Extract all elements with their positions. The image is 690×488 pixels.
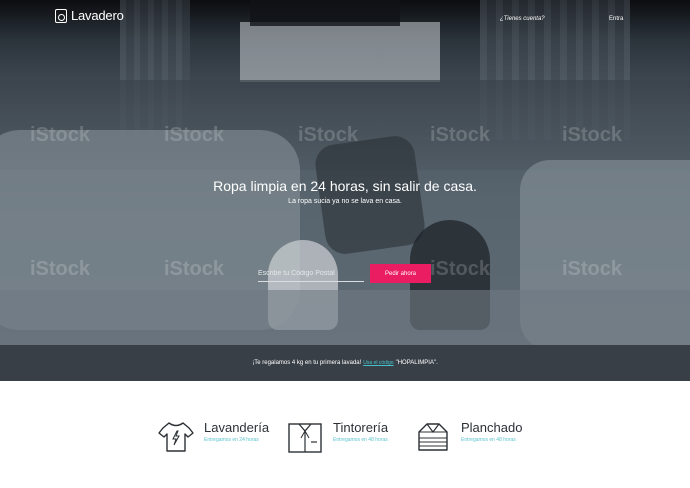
service-dry-cleaning[interactable]: Tintorería Entregamos en 48 horas <box>287 420 388 454</box>
service-ironing[interactable]: Planchado Entregamos en 48 horas <box>415 420 522 454</box>
promo-code: "HOPALIMPIA". <box>395 360 438 366</box>
washing-machine-icon <box>55 8 67 23</box>
hero-headline: Ropa limpia en 24 horas, sin salir de ca… <box>213 178 477 194</box>
hero-background-tv <box>250 0 400 26</box>
service-subtitle: Entregamos en 48 horas <box>461 437 516 443</box>
stock-watermark: iStock <box>430 124 491 146</box>
postal-code-input[interactable] <box>258 265 364 282</box>
order-now-button[interactable]: Pedir ahora <box>370 264 431 283</box>
stock-watermark: iStock <box>298 124 359 146</box>
stock-watermark: iStock <box>562 124 623 146</box>
stock-watermark: iStock <box>164 124 225 146</box>
stock-watermark: iStock <box>30 258 91 280</box>
brand-logo[interactable]: Lavadero <box>55 8 124 23</box>
shirt-icon <box>288 423 322 453</box>
hero-background-sofa <box>0 290 690 345</box>
hero-background-tv-stand <box>240 22 440 82</box>
stock-watermark: iStock <box>562 258 623 280</box>
stock-watermark: iStock <box>164 258 225 280</box>
service-subtitle: Entregamos en 48 horas <box>333 437 388 443</box>
stock-watermark: iStock <box>430 258 491 280</box>
service-title: Lavandería <box>204 420 270 435</box>
promo-bar: ¡Te regalamos 4 kg en tu primera lavada!… <box>0 345 690 381</box>
hero-subline: La ropa sucia ya no se lava en casa. <box>288 198 402 205</box>
tshirt-icon <box>158 422 194 452</box>
stock-watermark: iStock <box>30 124 91 146</box>
folded-clothes-icon <box>418 423 448 451</box>
service-subtitle: Entregamos en 24 horas <box>204 437 259 443</box>
hero-background-legs <box>312 133 428 257</box>
promo-text: ¡Te regalamos 4 kg en tu primera lavada! <box>252 360 362 366</box>
service-laundry[interactable]: Lavandería Entregamos en 24 horas <box>158 420 269 454</box>
brand-name: Lavadero <box>71 8 124 23</box>
account-link[interactable]: ¿Tienes cuenta? <box>500 16 545 22</box>
promo-code-link[interactable]: Usa el código <box>363 360 393 366</box>
service-title: Tintorería <box>333 420 389 435</box>
login-link[interactable]: Entra <box>609 16 623 22</box>
hero-section: iStock iStock iStock iStock iStock iStoc… <box>0 0 690 345</box>
service-title: Planchado <box>461 420 523 435</box>
